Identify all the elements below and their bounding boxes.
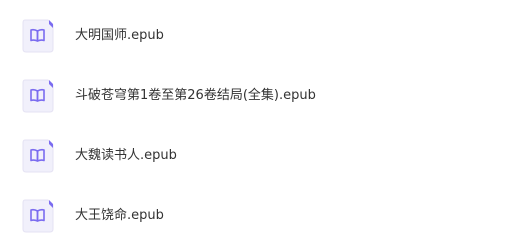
epub-book-icon	[22, 79, 54, 113]
file-name[interactable]: 斗破苍穹第1卷至第26卷结局(全集).epub	[75, 72, 316, 120]
file-name[interactable]: 大王饶命.epub	[75, 192, 164, 240]
file-name[interactable]: 大明国师.epub	[75, 12, 164, 60]
file-row[interactable]: 斗破苍穹第1卷至第26卷结局(全集).epub	[0, 72, 527, 120]
epub-book-icon	[22, 19, 54, 53]
file-name[interactable]: 大魏读书人.epub	[75, 132, 177, 180]
file-row[interactable]: 大明国师.epub	[0, 12, 527, 60]
file-row[interactable]: 大王饶命.epub	[0, 192, 527, 240]
epub-book-icon	[22, 199, 54, 233]
file-list: 大明国师.epub 斗破苍穹第1卷至第26卷结局(全集).epub 大魏读书人.…	[0, 0, 527, 249]
file-row[interactable]: 大魏读书人.epub	[0, 132, 527, 180]
epub-book-icon	[22, 139, 54, 173]
